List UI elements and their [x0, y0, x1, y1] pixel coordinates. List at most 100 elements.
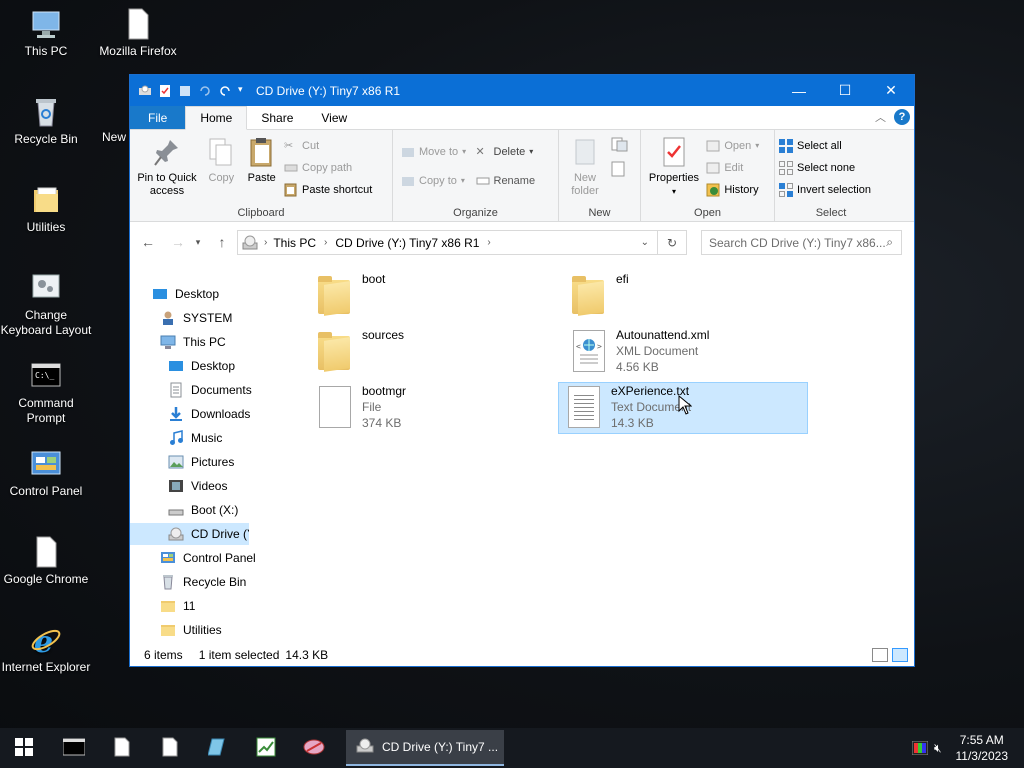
- file-item-efi[interactable]: efi: [564, 271, 814, 323]
- clock[interactable]: 7:55 AM 11/3/2023: [946, 732, 1024, 764]
- taskbar-explorer-task[interactable]: CD Drive (Y:) Tiny7 ...: [346, 730, 504, 766]
- properties-button[interactable]: Properties ▾: [645, 134, 703, 200]
- new-folder-button[interactable]: New folder: [563, 134, 607, 200]
- nav-item-downloads[interactable]: Downloads: [168, 403, 287, 425]
- breadcrumb-this-pc[interactable]: This PC: [273, 236, 316, 250]
- quick-access-toolbar: ▾: [130, 84, 246, 98]
- taskbar-app-blue[interactable]: [194, 728, 242, 768]
- search-input[interactable]: Search CD Drive (Y:) Tiny7 x86...: [709, 236, 886, 250]
- desktop-icon-recycle-bin[interactable]: Recycle Bin: [0, 96, 92, 147]
- properties-icon[interactable]: [158, 84, 172, 98]
- select-all-button[interactable]: Select all: [779, 136, 871, 155]
- rename-button[interactable]: Rename: [476, 171, 535, 190]
- file-item-sources[interactable]: sources: [310, 327, 560, 379]
- taskbar-file-1[interactable]: [98, 728, 146, 768]
- new-folder-icon[interactable]: [178, 84, 192, 98]
- tab-share[interactable]: Share: [247, 106, 307, 129]
- paste-button[interactable]: Paste: [243, 134, 281, 187]
- up-button[interactable]: ↑: [210, 230, 234, 254]
- undo-icon[interactable]: [198, 84, 212, 98]
- select-none-button[interactable]: Select none: [779, 158, 871, 177]
- details-view-icon[interactable]: [872, 648, 888, 662]
- file-item-autounattend-xml[interactable]: < > Autounattend.xml XML Document 4.56 KB: [564, 327, 814, 379]
- select-all-icon: [779, 138, 793, 153]
- breadcrumb-cd-drive[interactable]: CD Drive (Y:) Tiny7 x86 R1: [335, 236, 479, 250]
- taskbar-file-2[interactable]: [146, 728, 194, 768]
- desktop-icon-firefox[interactable]: Mozilla Firefox: [92, 8, 184, 59]
- nav-item-pictures[interactable]: Pictures: [168, 451, 287, 473]
- new-folder-label: New folder: [571, 172, 599, 197]
- pin-label: Pin to Quick access: [137, 172, 197, 197]
- file-name: sources: [362, 328, 405, 342]
- minimize-button[interactable]: —: [776, 75, 822, 106]
- desktop-icon-control-panel[interactable]: Control Panel: [0, 448, 92, 499]
- edit-button[interactable]: Edit: [706, 158, 759, 177]
- nav-item-this-pc[interactable]: This PC: [160, 331, 287, 353]
- new-item-icon[interactable]: [610, 136, 630, 154]
- pin-quick-access-button[interactable]: Pin to Quick access: [134, 134, 200, 200]
- collapse-ribbon-icon[interactable]: ︿: [875, 109, 886, 125]
- file-item-boot[interactable]: boot: [310, 271, 560, 323]
- copy-button[interactable]: Copy: [203, 134, 239, 187]
- nav-item-desktop[interactable]: Desktop: [152, 283, 287, 305]
- tab-home[interactable]: Home: [185, 106, 248, 130]
- nav-item-desktop[interactable]: Desktop: [168, 355, 287, 377]
- open-button[interactable]: Open ▾: [706, 136, 759, 155]
- text-file-icon: [565, 386, 603, 430]
- copy-to-button[interactable]: Copy to ▾: [401, 171, 466, 190]
- desktop-icon-utilities[interactable]: Utilities: [0, 184, 92, 235]
- nav-item-documents[interactable]: Documents: [168, 379, 287, 401]
- cut-button[interactable]: ✂ Cut: [284, 136, 372, 155]
- refresh-button[interactable]: ↻: [657, 230, 687, 255]
- desktop-icon-this-pc[interactable]: This PC: [0, 8, 92, 59]
- address-dropdown-icon[interactable]: ⌄: [641, 237, 649, 248]
- search-box[interactable]: Search CD Drive (Y:) Tiny7 x86... ⌕: [701, 230, 902, 255]
- desktop-icon-command-prompt[interactable]: C:\_ Command Prompt: [0, 360, 92, 426]
- nav-item-boot-x[interactable]: Boot (X:): [168, 499, 287, 521]
- taskbar-command-prompt[interactable]: [50, 728, 98, 768]
- nav-item-control-panel[interactable]: Control Panel: [160, 547, 287, 569]
- file-item-bootmgr[interactable]: bootmgr File 374 KB: [310, 383, 560, 435]
- move-to-button[interactable]: Move to ▾: [401, 142, 466, 161]
- invert-selection-button[interactable]: Invert selection: [779, 180, 871, 199]
- help-icon[interactable]: ?: [894, 109, 910, 125]
- delete-button[interactable]: ✕ Delete ▾: [476, 142, 536, 161]
- copy-path-button[interactable]: Copy path: [284, 158, 372, 177]
- large-icons-view-icon[interactable]: [892, 648, 908, 662]
- taskbar-app-tools[interactable]: [290, 728, 338, 768]
- nav-item-utilities[interactable]: Utilities: [160, 619, 287, 641]
- paste-icon: [247, 136, 277, 168]
- back-button[interactable]: ←: [136, 230, 160, 254]
- nav-item-videos[interactable]: Videos: [168, 475, 287, 497]
- nav-item-recycle-bin[interactable]: Recycle Bin: [160, 571, 287, 593]
- tab-view[interactable]: View: [307, 106, 361, 129]
- nav-item-11[interactable]: 11: [160, 595, 287, 617]
- system-tray: 🔇︎ 7:55 AM 11/3/2023: [911, 728, 1024, 768]
- close-button[interactable]: ✕: [868, 75, 914, 106]
- redo-icon[interactable]: [218, 84, 232, 98]
- maximize-button[interactable]: ☐: [822, 75, 868, 106]
- nav-item-music[interactable]: Music: [168, 427, 287, 449]
- start-button[interactable]: [0, 728, 48, 768]
- easy-access-icon[interactable]: [610, 160, 630, 178]
- history-button[interactable]: History: [706, 180, 759, 199]
- nav-item-system[interactable]: SYSTEM: [160, 307, 287, 329]
- new-group-label: New: [588, 207, 611, 219]
- title-bar[interactable]: ▾ CD Drive (Y:) Tiny7 x86 R1 — ☐ ✕: [130, 75, 914, 106]
- volume-muted-icon[interactable]: 🔇︎: [934, 741, 942, 756]
- color-app-icon[interactable]: [911, 740, 929, 756]
- status-bar: 6 items 1 item selected 14.3 KB: [130, 644, 914, 666]
- forward-button[interactable]: →: [166, 230, 190, 254]
- tab-file[interactable]: File: [130, 106, 186, 129]
- paste-shortcut-button[interactable]: Paste shortcut: [284, 180, 372, 199]
- customize-toolbar-icon[interactable]: ▾: [238, 84, 246, 98]
- taskbar-app-chart[interactable]: [242, 728, 290, 768]
- desktop-icon-new[interactable]: New: [92, 130, 132, 145]
- recent-locations-button[interactable]: ▾: [192, 230, 204, 254]
- desktop-icon-chrome[interactable]: Google Chrome: [0, 536, 92, 587]
- desktop-icon-internet-explorer[interactable]: e Internet Explorer: [0, 624, 92, 675]
- address-bar[interactable]: › This PC › CD Drive (Y:) Tiny7 x86 R1 ›…: [237, 230, 658, 255]
- nav-item-cd-drive-y-tiny7[interactable]: CD Drive (Y:) Tiny7: [130, 523, 249, 545]
- desktop-icon-keyboard-layout[interactable]: Change Keyboard Layout: [0, 272, 92, 338]
- desktop-icon-label: New: [102, 130, 127, 144]
